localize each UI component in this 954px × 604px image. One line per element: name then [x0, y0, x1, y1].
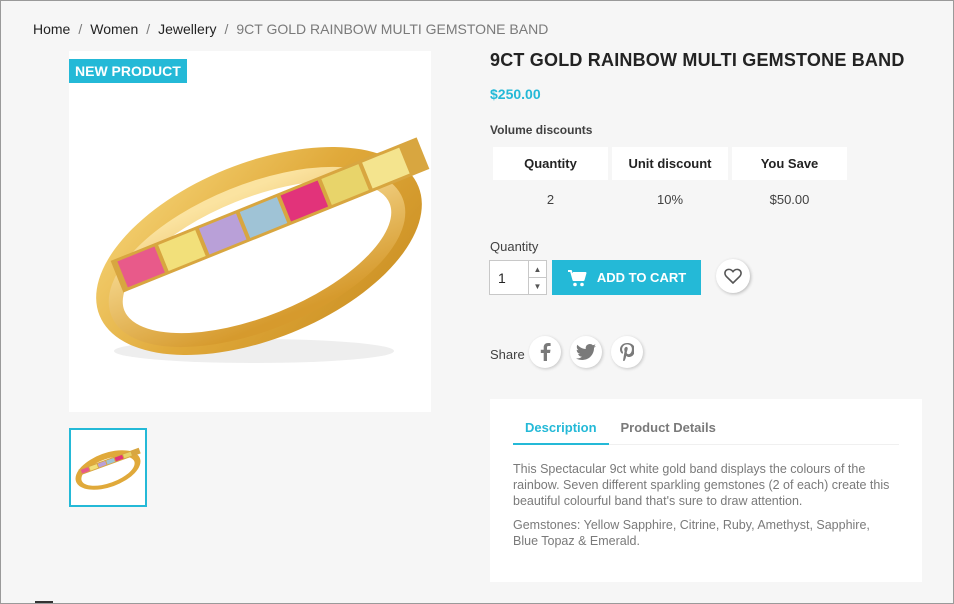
pinterest-icon	[620, 343, 634, 361]
section-heading-underline	[35, 601, 53, 603]
add-to-cart-label: Add to cart	[596, 270, 687, 285]
product-price: $250.00	[490, 86, 541, 102]
cell-quantity: 2	[546, 191, 555, 207]
chevron-up-icon: ▲	[533, 264, 542, 274]
share-facebook-button[interactable]	[529, 336, 561, 368]
quantity-input[interactable]	[490, 261, 528, 294]
product-main-image[interactable]: New product	[69, 51, 431, 412]
share-pinterest-button[interactable]	[611, 336, 643, 368]
facebook-icon	[540, 343, 551, 361]
quantity-label: Quantity	[490, 239, 539, 254]
cell-you-save: $50.00	[769, 191, 810, 207]
header-you-save: You Save	[732, 147, 847, 180]
product-tabs: Description Product Details This Spectac…	[490, 399, 922, 582]
description-paragraph: This Spectacular 9ct white gold band dis…	[513, 462, 890, 508]
quantity-stepper: ▲ ▼	[489, 260, 547, 295]
new-product-badge: New product	[69, 59, 187, 83]
share-label: Share	[490, 347, 525, 362]
ring-image	[96, 137, 430, 363]
product-title: 9CT GOLD RAINBOW MULTI GEMSTONE BAND	[490, 50, 905, 70]
table-row: 2 10% $50.00	[493, 184, 847, 214]
shopping-cart-icon	[567, 269, 587, 286]
volume-discounts-table: Quantity Unit discount You Save 2 10% $5…	[493, 147, 847, 214]
share-twitter-button[interactable]	[570, 336, 602, 368]
wishlist-button[interactable]	[716, 259, 750, 293]
breadcrumb-separator: /	[146, 21, 151, 37]
volume-discounts-label: Volume discounts	[490, 123, 593, 137]
table-header: Quantity Unit discount You Save	[493, 147, 847, 180]
header-quantity: Quantity	[493, 147, 608, 180]
heart-icon	[724, 268, 742, 284]
header-unit-discount: Unit discount	[612, 147, 728, 180]
tab-nav: Description Product Details	[513, 416, 899, 445]
tab-product-details[interactable]: Product Details	[609, 416, 728, 445]
breadcrumb: Home / Women / Jewellery / 9CT GOLD RAIN…	[33, 21, 548, 37]
chevron-down-icon: ▼	[533, 281, 542, 291]
twitter-icon	[576, 344, 596, 360]
quantity-increment-button[interactable]: ▲	[529, 261, 546, 278]
product-thumbnail[interactable]	[69, 428, 147, 507]
breadcrumb-jewellery[interactable]: Jewellery	[158, 21, 216, 37]
add-to-cart-button[interactable]: Add to cart	[552, 260, 701, 295]
breadcrumb-home[interactable]: Home	[33, 21, 70, 37]
breadcrumb-women[interactable]: Women	[90, 21, 138, 37]
breadcrumb-separator: /	[78, 21, 83, 37]
tab-description[interactable]: Description	[513, 416, 609, 445]
description-gemstones: Gemstones: Yellow Sapphire, Citrine, Rub…	[513, 518, 870, 548]
description-content: This Spectacular 9ct white gold band dis…	[513, 461, 897, 557]
breadcrumb-current: 9CT GOLD RAINBOW MULTI GEMSTONE BAND	[236, 21, 549, 37]
quantity-decrement-button[interactable]: ▼	[529, 278, 546, 294]
ring-thumbnail-image	[75, 447, 141, 490]
breadcrumb-separator: /	[224, 21, 229, 37]
cell-unit-discount: 10%	[656, 191, 684, 207]
